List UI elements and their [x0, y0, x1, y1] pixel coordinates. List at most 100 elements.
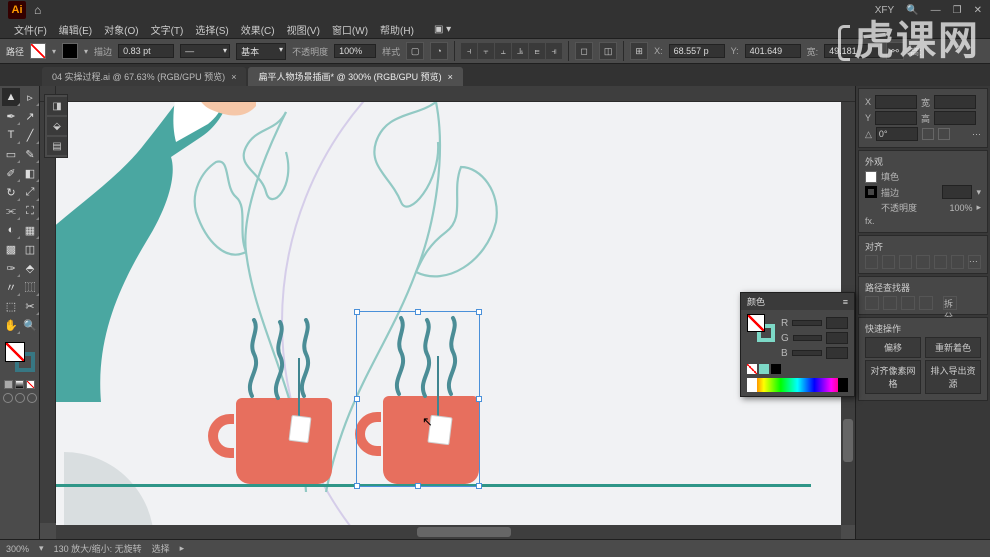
align-icon[interactable]: [951, 255, 964, 269]
stroke-weight-field[interactable]: [942, 185, 972, 199]
scale-tool[interactable]: ⤢: [21, 183, 39, 201]
y-input[interactable]: 401.649: [745, 44, 801, 58]
pathop-icon[interactable]: [865, 296, 879, 310]
width-tool[interactable]: ⫘: [2, 202, 20, 220]
close-icon[interactable]: ×: [231, 72, 236, 82]
none-swatch[interactable]: [747, 364, 757, 374]
color-spectrum[interactable]: [747, 378, 848, 392]
stroke-swatch[interactable]: [62, 43, 78, 59]
none-mode-icon[interactable]: [26, 380, 35, 389]
r-value[interactable]: [826, 317, 848, 329]
menu-edit[interactable]: 编辑(E): [55, 20, 96, 39]
opacity-value[interactable]: 100%: [949, 203, 972, 213]
export-asset-button[interactable]: 排入导出资源: [925, 360, 981, 394]
align-right-icon[interactable]: ⫠: [495, 43, 511, 59]
ruler-vertical[interactable]: [40, 102, 56, 523]
fill-swatch[interactable]: [30, 43, 46, 59]
opacity-input[interactable]: 100%: [334, 44, 376, 58]
panel-menu-icon[interactable]: ≡: [843, 297, 848, 307]
panel-icon[interactable]: ◨: [47, 97, 67, 115]
menu-select[interactable]: 选择(S): [191, 20, 232, 39]
menu-object[interactable]: 对象(O): [100, 20, 142, 39]
scrollbar-horizontal[interactable]: [56, 525, 841, 539]
b-slider[interactable]: [792, 350, 822, 356]
search-icon[interactable]: 🔍: [906, 5, 918, 16]
selection-bounding-box[interactable]: [356, 311, 480, 487]
fill-swatch-small[interactable]: [865, 171, 877, 183]
pen-tool[interactable]: ✒: [2, 107, 20, 125]
line-tool[interactable]: ╱: [21, 126, 39, 144]
rotate-tool[interactable]: ↻: [2, 183, 20, 201]
g-slider[interactable]: [793, 335, 822, 341]
black-swatch[interactable]: [771, 364, 781, 374]
align-icon[interactable]: [916, 255, 929, 269]
offset-button[interactable]: 偏移: [865, 337, 921, 358]
brush-tool[interactable]: ✎: [21, 145, 39, 163]
eraser-tool[interactable]: ◧: [21, 164, 39, 182]
window-close[interactable]: ✕: [974, 5, 982, 16]
b-value[interactable]: [826, 347, 848, 359]
r-slider[interactable]: [792, 320, 822, 326]
gradient-mode-icon[interactable]: [15, 380, 24, 389]
tab-doc-2[interactable]: 扁平人物场景插画* @ 300% (RGB/GPU 预览)×: [248, 67, 462, 86]
blend-tool[interactable]: ⬘: [21, 259, 39, 277]
tab-doc-1[interactable]: 04 实操过程.ai @ 67.63% (RGB/GPU 预览)×: [42, 67, 246, 86]
gradient-tool[interactable]: ◫: [21, 240, 39, 258]
last-color-swatch[interactable]: [759, 364, 769, 374]
pencil-tool[interactable]: ✐: [2, 164, 20, 182]
direct-select-tool[interactable]: ▹: [21, 88, 39, 106]
w-field[interactable]: [934, 95, 976, 109]
g-value[interactable]: [826, 332, 848, 344]
align-icon[interactable]: [865, 255, 878, 269]
eyedropper-tool[interactable]: ✑: [2, 259, 20, 277]
align-icon[interactable]: [934, 255, 947, 269]
pathop-icon[interactable]: [901, 296, 915, 310]
hand-tool[interactable]: ✋: [2, 316, 20, 334]
rect-tool[interactable]: ▭: [2, 145, 20, 163]
mesh-tool[interactable]: ▩: [2, 240, 20, 258]
selection-tool[interactable]: ▲: [2, 88, 20, 106]
menu-window[interactable]: 窗口(W): [328, 20, 372, 39]
y-field[interactable]: [875, 111, 917, 125]
stroke-weight-input[interactable]: 0.83 pt: [118, 44, 174, 58]
shape-builder-tool[interactable]: ◐: [2, 221, 20, 239]
type-tool[interactable]: T: [2, 126, 20, 144]
align-top-icon[interactable]: ⫡: [512, 43, 528, 59]
align-left-icon[interactable]: ⫞: [461, 43, 477, 59]
panel-icon[interactable]: ⬙: [47, 117, 67, 135]
recolor-button[interactable]: 重新着色: [925, 337, 981, 358]
var-width-profile[interactable]: —: [180, 44, 230, 58]
menu-share-icon[interactable]: ▣ ▾: [430, 22, 455, 37]
color-fill-stroke[interactable]: [747, 314, 775, 342]
pathop-icon[interactable]: [883, 296, 897, 310]
menu-help[interactable]: 帮助(H): [376, 20, 418, 39]
fill-color[interactable]: [5, 342, 25, 362]
pathop-icon[interactable]: [919, 296, 933, 310]
draw-behind-icon[interactable]: [15, 393, 25, 403]
ruler-horizontal[interactable]: [56, 86, 855, 102]
stroke-swatch-small[interactable]: [865, 186, 877, 198]
fx-label[interactable]: fx.: [865, 216, 875, 226]
h-field[interactable]: [934, 111, 976, 125]
menu-file[interactable]: 文件(F): [10, 20, 51, 39]
flip-h-icon[interactable]: [922, 128, 934, 140]
graph-tool[interactable]: ⿲: [21, 278, 39, 296]
panel-icon[interactable]: ▤: [47, 137, 67, 155]
shape-mode-icon[interactable]: ◻: [575, 42, 593, 60]
perspective-tool[interactable]: ▦: [21, 221, 39, 239]
recolor-art-icon[interactable]: ◔: [430, 42, 448, 60]
align-pixel-button[interactable]: 对齐像素网格: [865, 360, 921, 394]
brush-def[interactable]: 基本: [236, 43, 286, 60]
zoom-tool[interactable]: 🔍: [21, 316, 39, 334]
canvas[interactable]: ↖: [56, 102, 841, 525]
home-icon[interactable]: ⌂: [34, 3, 41, 17]
artboard-tool[interactable]: ⬚: [2, 297, 20, 315]
free-transform-tool[interactable]: ⛶: [21, 202, 39, 220]
graphic-style[interactable]: ▢: [406, 42, 424, 60]
align-vcenter-icon[interactable]: ⫢: [529, 43, 545, 59]
draw-normal-icon[interactable]: [3, 393, 13, 403]
flip-v-icon[interactable]: [938, 128, 950, 140]
symbol-spray-tool[interactable]: 〃: [2, 278, 20, 296]
close-icon[interactable]: ×: [448, 72, 453, 82]
window-minimize[interactable]: —: [931, 5, 941, 16]
